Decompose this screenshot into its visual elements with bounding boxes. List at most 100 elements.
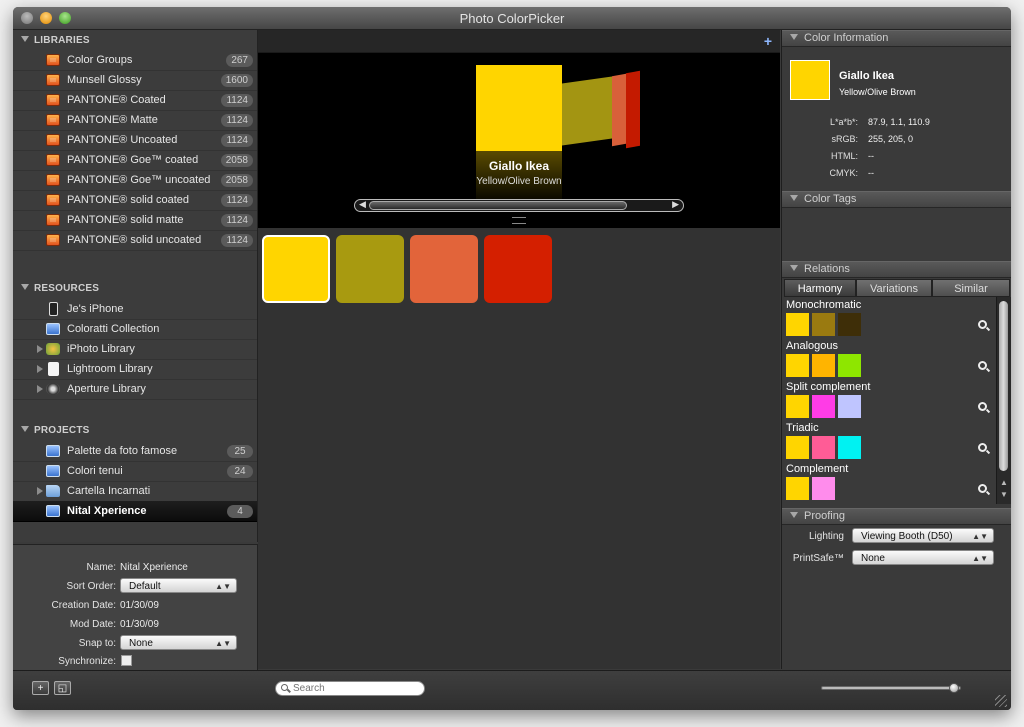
creation-date-value: 01/30/09 [120, 600, 159, 611]
relation-swatch[interactable] [812, 395, 835, 418]
swatch-tile[interactable] [484, 235, 552, 303]
new-group-button[interactable]: ◱ [54, 681, 71, 695]
sidebar-item-pantone-coated[interactable]: PANTONE® Coated 1124 [13, 90, 257, 111]
name-row: Name: Nital Xperience [86, 562, 188, 573]
lighting-row: Lighting Viewing Booth (D50) ▲▼ [782, 528, 1011, 546]
tab-harmony[interactable]: Harmony [784, 279, 856, 297]
folder-icon [46, 485, 60, 497]
proofing-header[interactable]: Proofing [782, 508, 1011, 525]
search-field[interactable] [275, 681, 425, 696]
sidebar-item-pantone-uncoated[interactable]: PANTONE® Uncoated 1124 [13, 130, 257, 151]
relation-swatch[interactable] [812, 313, 835, 336]
relation-swatch[interactable] [812, 354, 835, 377]
sidebar-item-pantone-goe-coated[interactable]: PANTONE® Goe™ coated 2058 [13, 150, 257, 171]
zoom-slider[interactable] [821, 683, 961, 693]
document-icon [48, 362, 59, 376]
relation-swatch[interactable] [812, 436, 835, 459]
sidebar-item-pantone-goe-uncoated[interactable]: PANTONE® Goe™ uncoated 2058 [13, 170, 257, 191]
sidebar-item-aperture-library[interactable]: Aperture Library [13, 379, 257, 400]
relation-swatch[interactable] [838, 354, 861, 377]
relation-swatch[interactable] [838, 395, 861, 418]
sidebar-item-lightroom-library[interactable]: Lightroom Library [13, 359, 257, 380]
project-name-value: Nital Xperience [120, 562, 188, 573]
html-row: HTML: -- [831, 151, 874, 161]
swatch-tile[interactable] [336, 235, 404, 303]
sidebar-item-coloratti-collection[interactable]: Coloratti Collection [13, 319, 257, 340]
split-grip-icon[interactable] [512, 217, 526, 224]
magnifier-icon[interactable] [978, 443, 987, 452]
tab-variations[interactable]: Variations [856, 279, 932, 297]
sidebar-item-cartella-incarnati[interactable]: Cartella Incarnati [13, 481, 257, 502]
relation-swatch[interactable] [786, 313, 809, 336]
scroll-down-icon[interactable]: ▼ [1000, 490, 1008, 499]
color-tags-header[interactable]: Color Tags [782, 191, 1011, 208]
sidebar-item-pantone-solid-uncoated[interactable]: PANTONE® solid uncoated 1124 [13, 230, 257, 251]
sidebar-item-pantone-solid-matte[interactable]: PANTONE® solid matte 1124 [13, 210, 257, 231]
relation-swatch[interactable] [838, 313, 861, 336]
projects-header[interactable]: PROJECTS [21, 425, 90, 439]
relation-swatch[interactable] [786, 477, 809, 500]
tab-similar[interactable]: Similar [932, 279, 1010, 297]
disclosure-closed-icon[interactable] [37, 345, 43, 353]
sort-order-popup[interactable]: Default ▲▼ [120, 578, 237, 593]
preview-main-swatch[interactable] [476, 65, 562, 151]
resize-grip-icon[interactable] [995, 695, 1007, 707]
disclosure-open-icon [21, 284, 29, 290]
relation-swatch[interactable] [786, 395, 809, 418]
disclosure-closed-icon[interactable] [37, 487, 43, 495]
color-information-header[interactable]: Color Information [782, 30, 1011, 47]
popup-arrows-icon: ▲▼ [972, 554, 988, 563]
sidebar-item-palette-da-foto-famose[interactable]: Palette da foto famose 25 [13, 441, 257, 462]
relations-scrollbar[interactable]: ▲ ▼ [996, 297, 1011, 504]
relation-swatch[interactable] [812, 477, 835, 500]
search-input[interactable] [293, 682, 418, 695]
magnifier-icon[interactable] [978, 320, 987, 329]
disclosure-closed-icon[interactable] [37, 365, 43, 373]
add-icon[interactable]: + [764, 33, 772, 49]
sidebar-item-colori-tenui[interactable]: Colori tenui 24 [13, 461, 257, 482]
snap-to-popup[interactable]: None ▲▼ [120, 635, 237, 650]
add-button[interactable]: + [32, 681, 49, 695]
magnifier-icon[interactable] [978, 361, 987, 370]
analogous-label: Analogous [786, 340, 838, 352]
count-badge: 1124 [221, 234, 253, 247]
scroll-left-icon[interactable]: ◀ [359, 199, 366, 210]
window-title: Photo ColorPicker [459, 11, 565, 26]
count-badge: 1124 [221, 94, 253, 107]
swatch-tile[interactable] [262, 235, 330, 303]
count-badge: 2058 [220, 174, 253, 187]
relation-swatch[interactable] [786, 436, 809, 459]
sidebar-item-pantone-solid-coated[interactable]: PANTONE® solid coated 1124 [13, 190, 257, 211]
sidebar-item-iphoto-library[interactable]: iPhoto Library [13, 339, 257, 360]
sidebar-item-pantone-matte[interactable]: PANTONE® Matte 1124 [13, 110, 257, 131]
scroll-knob[interactable] [369, 201, 627, 210]
scroll-right-icon[interactable]: ▶ [672, 199, 679, 210]
sidebar-item-iphone[interactable]: Je's iPhone [13, 299, 257, 320]
sidebar-item-color-groups[interactable]: Color Groups 267 [13, 50, 257, 71]
swatch-tile[interactable] [410, 235, 478, 303]
libraries-header[interactable]: LIBRARIES [21, 35, 90, 49]
preview-scrollbar[interactable]: ◀ ▶ [354, 199, 684, 212]
scroll-up-icon[interactable]: ▲ [1000, 478, 1008, 487]
split-complement-label: Split complement [786, 381, 871, 393]
count-badge: 2058 [220, 154, 253, 167]
collection-icon [46, 323, 60, 335]
scroll-thumb[interactable] [999, 301, 1008, 471]
slider-knob[interactable] [949, 683, 959, 693]
magnifier-icon[interactable] [978, 484, 987, 493]
relation-swatch[interactable] [838, 436, 861, 459]
sidebar-item-munsell-glossy[interactable]: Munsell Glossy 1600 [13, 70, 257, 91]
resources-header[interactable]: RESOURCES [21, 283, 99, 297]
relations-header[interactable]: Relations [782, 261, 1011, 278]
sidebar-item-nital-xperience[interactable]: Nital Xperience 4 [13, 501, 257, 522]
disclosure-closed-icon[interactable] [37, 385, 43, 393]
lighting-popup[interactable]: Viewing Booth (D50) ▲▼ [852, 528, 994, 543]
preview-toolbar: + [258, 30, 780, 53]
library-icon [46, 154, 60, 166]
synchronize-checkbox[interactable] [121, 655, 132, 666]
color-name: Giallo Ikea [839, 70, 895, 82]
magnifier-icon[interactable] [978, 402, 987, 411]
printsafe-popup[interactable]: None ▲▼ [852, 550, 994, 565]
synchronize-row: Synchronize: [13, 653, 257, 671]
relation-swatch[interactable] [786, 354, 809, 377]
